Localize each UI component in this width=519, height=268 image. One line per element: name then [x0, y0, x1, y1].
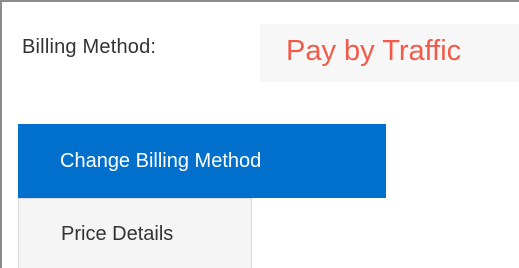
- change-billing-method-button[interactable]: Change Billing Method: [18, 124, 386, 198]
- billing-method-row: Billing Method: Pay by Traffic: [2, 2, 519, 104]
- billing-method-value: Pay by Traffic: [286, 35, 462, 67]
- billing-panel: Billing Method: Pay by Traffic Change Bi…: [0, 0, 519, 268]
- billing-method-value-box: Pay by Traffic: [260, 24, 519, 82]
- price-details-button[interactable]: Price Details: [18, 198, 252, 268]
- billing-method-label: Billing Method:: [22, 36, 157, 58]
